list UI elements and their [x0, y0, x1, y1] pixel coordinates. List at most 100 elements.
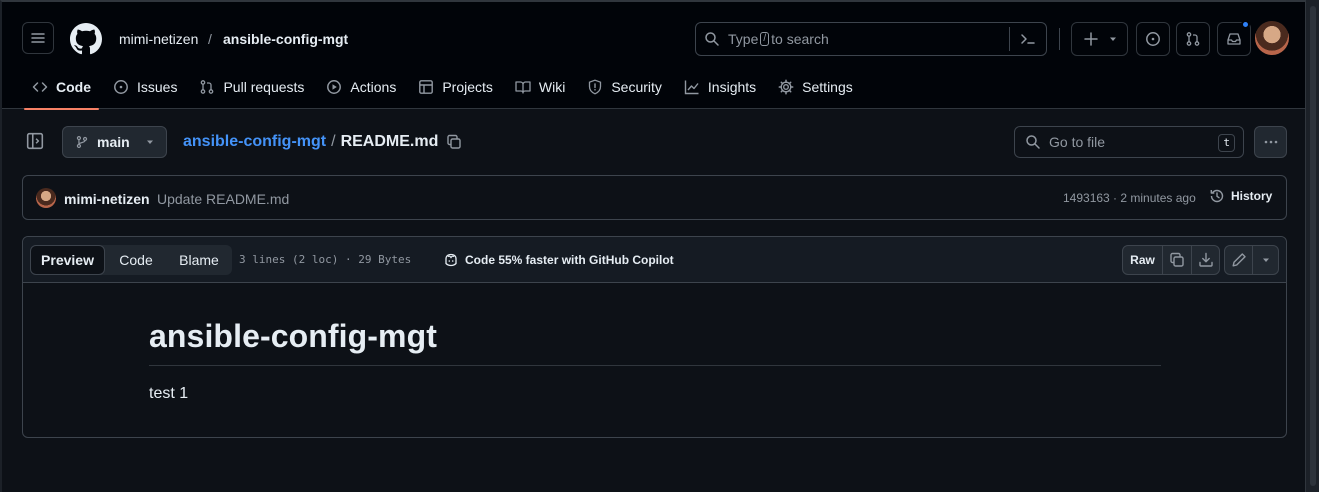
- edit-file-button[interactable]: [1225, 246, 1252, 274]
- git-pull-request-icon: [1186, 32, 1200, 46]
- code-view-button[interactable]: Code: [105, 245, 167, 275]
- blame-button[interactable]: Blame: [167, 245, 231, 275]
- create-new-button[interactable]: [1071, 22, 1128, 56]
- file-breadcrumb: ansible-config-mgt / README.md: [183, 133, 462, 151]
- tab-actions[interactable]: Actions: [316, 64, 406, 110]
- search-suffix: to search: [771, 31, 829, 47]
- tab-wiki[interactable]: Wiki: [505, 64, 575, 110]
- edit-options-button[interactable]: [1252, 246, 1278, 274]
- triangle-down-icon: [1109, 37, 1116, 41]
- user-avatar[interactable]: [1255, 21, 1289, 55]
- issue-icon: [114, 80, 128, 94]
- issues-button[interactable]: [1136, 22, 1170, 56]
- breadcrumb-filename: README.md: [340, 133, 439, 150]
- commit-author[interactable]: mimi-netizen: [64, 191, 150, 207]
- raw-button[interactable]: Raw: [1123, 246, 1163, 274]
- view-mode-segmented-control: Preview Code Blame: [30, 245, 232, 275]
- copilot-icon: [445, 253, 457, 267]
- search-input[interactable]: Type / to search: [695, 22, 1047, 56]
- history-label: History: [1231, 189, 1273, 203]
- shortcut-key: t: [1218, 134, 1235, 152]
- table-icon: [419, 80, 434, 94]
- copilot-promo-link[interactable]: Code 55% faster with GitHub Copilot: [443, 252, 674, 268]
- code-icon: [32, 82, 48, 92]
- repo-tab-nav: Code Issues Pull requests Actions Projec…: [22, 64, 865, 110]
- notification-indicator: [1241, 20, 1250, 29]
- tab-insights[interactable]: Insights: [674, 64, 766, 110]
- go-to-file-input[interactable]: Go to file t: [1014, 126, 1244, 158]
- issue-opened-icon: [1146, 32, 1160, 46]
- tab-label: Insights: [707, 79, 757, 95]
- file-line-info: 3 lines (2 loc) · 29 Bytes: [239, 253, 412, 266]
- triangle-down-icon: [146, 140, 153, 144]
- download-raw-button[interactable]: [1191, 246, 1219, 274]
- readme-paragraph: test 1: [149, 385, 189, 403]
- branch-selector[interactable]: main: [62, 126, 167, 158]
- tab-label: Issues: [137, 79, 178, 95]
- breadcrumb-separator: /: [331, 133, 336, 150]
- github-logo-icon[interactable]: [70, 23, 102, 55]
- commit-author-avatar[interactable]: [36, 188, 56, 208]
- tab-label: Code: [56, 79, 91, 95]
- command-palette-icon[interactable]: [1020, 31, 1036, 47]
- triangle-down-icon: [1262, 258, 1269, 262]
- shield-icon: [589, 79, 602, 95]
- go-to-file-placeholder: Go to file: [1049, 134, 1106, 150]
- copilot-promo-text: Code 55% faster with GitHub Copilot: [465, 253, 674, 267]
- header-divider: [1059, 28, 1060, 50]
- hamburger-icon: [31, 33, 45, 43]
- file-header: Preview Code Blame 3 lines (2 loc) · 29 …: [23, 237, 1286, 283]
- tab-pull-requests[interactable]: Pull requests: [189, 64, 314, 110]
- readme-heading: ansible-config-mgt: [149, 317, 1161, 367]
- readme-content: ansible-config-mgt test 1: [149, 317, 1161, 403]
- tab-settings[interactable]: Settings: [768, 64, 863, 110]
- copy-raw-button[interactable]: [1163, 246, 1191, 274]
- history-button[interactable]: History: [1209, 188, 1272, 204]
- menu-button[interactable]: [22, 22, 54, 54]
- git-branch-icon: [76, 135, 88, 149]
- tab-label: Projects: [442, 79, 493, 95]
- tab-label: Actions: [350, 79, 397, 95]
- pencil-icon: [1232, 253, 1246, 267]
- tab-label: Security: [611, 79, 662, 95]
- latest-commit-box: mimi-netizen Update README.md 1493163 · …: [22, 175, 1287, 220]
- graph-icon: [684, 80, 699, 95]
- copy-path-icon[interactable]: [446, 134, 462, 150]
- more-options-button[interactable]: [1254, 126, 1287, 158]
- pull-request-icon: [201, 80, 214, 94]
- plus-icon: [1083, 32, 1098, 46]
- commit-meta[interactable]: 1493163 · 2 minutes ago: [1063, 191, 1196, 205]
- scrollbar[interactable]: [1305, 0, 1319, 492]
- gear-icon: [778, 79, 794, 95]
- search-divider: [1009, 27, 1010, 51]
- copy-icon: [1170, 252, 1184, 267]
- preview-button[interactable]: Preview: [30, 245, 105, 275]
- raw-actions-group: Raw: [1122, 245, 1220, 275]
- search-icon: [1026, 135, 1040, 149]
- search-prefix: Type: [728, 31, 759, 47]
- breadcrumb-repo-link[interactable]: ansible-config-mgt: [183, 133, 326, 151]
- owner-link[interactable]: mimi-netizen: [119, 31, 198, 47]
- tab-code[interactable]: Code: [22, 64, 101, 110]
- file-viewer: Preview Code Blame 3 lines (2 loc) · 29 …: [22, 236, 1287, 438]
- tab-projects[interactable]: Projects: [408, 64, 503, 110]
- history-icon: [1210, 189, 1224, 203]
- search-icon: [705, 32, 719, 46]
- repo-link[interactable]: ansible-config-mgt: [223, 31, 348, 47]
- search-key: /: [760, 32, 770, 46]
- tab-label: Settings: [802, 79, 853, 95]
- kebab-horizontal-icon: [1264, 140, 1277, 144]
- pull-requests-button[interactable]: [1176, 22, 1210, 56]
- app-header: mimi-netizen / ansible-config-mgt Type /…: [2, 2, 1305, 110]
- download-icon: [1198, 252, 1213, 267]
- inbox-icon: [1227, 33, 1241, 45]
- tab-label: Wiki: [538, 79, 566, 95]
- branch-name: main: [97, 134, 130, 150]
- scrollbar-thumb[interactable]: [1310, 6, 1316, 486]
- sidebar-expand-icon[interactable]: [26, 132, 44, 150]
- tab-security[interactable]: Security: [577, 64, 672, 110]
- tab-issues[interactable]: Issues: [103, 64, 187, 110]
- breadcrumb-separator: /: [208, 31, 212, 47]
- tab-label: Pull requests: [223, 79, 305, 95]
- commit-message[interactable]: Update README.md: [157, 191, 289, 207]
